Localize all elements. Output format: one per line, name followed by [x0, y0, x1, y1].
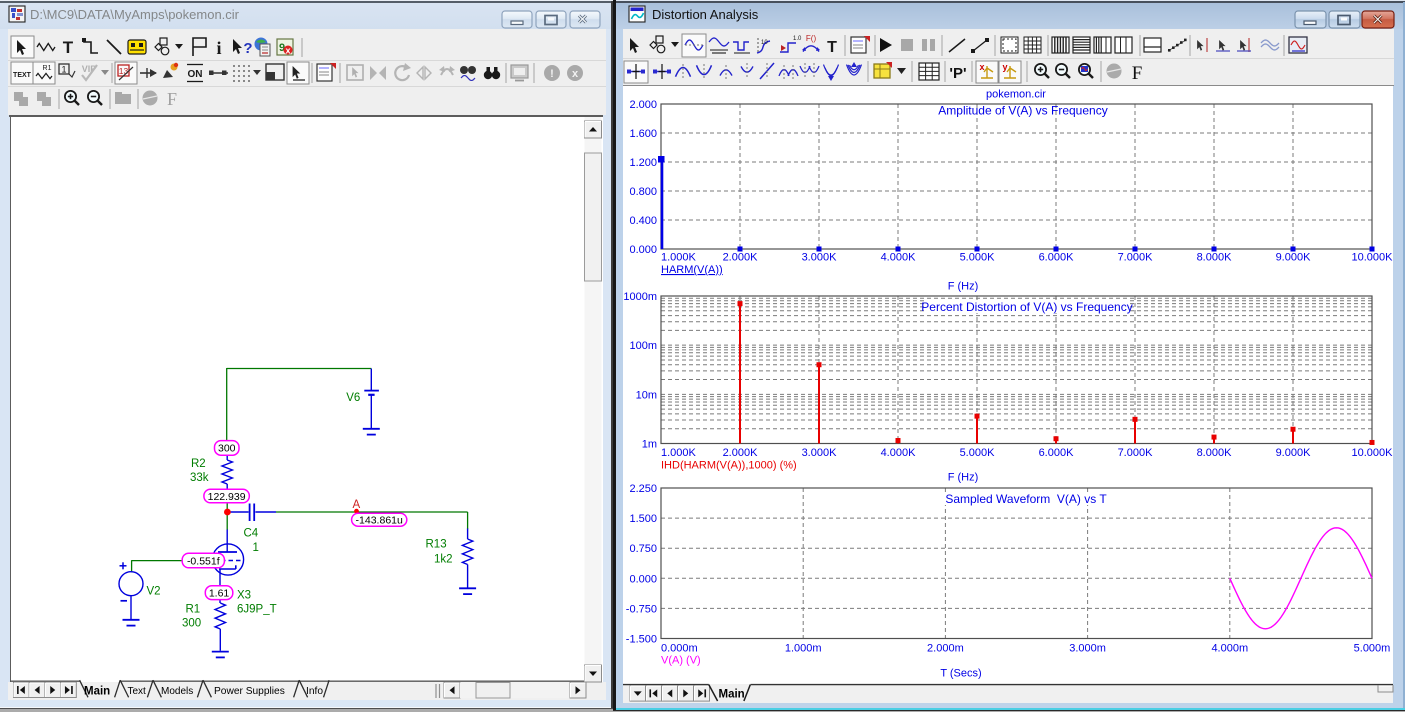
svg-text:!: !: [550, 68, 554, 80]
svg-text:HARM(V(A)): HARM(V(A)): [661, 264, 723, 276]
svg-text:R1: R1: [43, 65, 52, 72]
svg-text:4.000m: 4.000m: [1211, 643, 1248, 655]
svg-text:300: 300: [182, 617, 201, 629]
svg-text:0.800: 0.800: [629, 186, 657, 198]
svg-text:1k2: 1k2: [434, 554, 453, 566]
svg-text:1.600: 1.600: [629, 128, 657, 140]
svg-text:2.000m: 2.000m: [927, 643, 964, 655]
svg-text:T (Secs): T (Secs): [940, 668, 981, 680]
svg-text:C4: C4: [244, 528, 259, 540]
svg-text:5.000K: 5.000K: [960, 447, 996, 459]
svg-text:-143.861u: -143.861u: [356, 515, 403, 527]
svg-text:300: 300: [218, 443, 236, 455]
svg-text:T: T: [827, 39, 837, 56]
svg-text:i: i: [216, 38, 221, 58]
svg-text:Models: Models: [161, 686, 193, 697]
svg-text:6.000K: 6.000K: [1039, 447, 1075, 459]
svg-text:Main: Main: [84, 686, 110, 698]
svg-text:10: 10: [761, 40, 768, 46]
svg-text:100m: 100m: [629, 340, 657, 352]
svg-text:4.000K: 4.000K: [881, 447, 917, 459]
svg-text:Text: Text: [128, 686, 147, 697]
svg-text:x: x: [979, 62, 984, 72]
svg-text:2.000K: 2.000K: [723, 447, 759, 459]
svg-text:Main: Main: [719, 689, 745, 701]
svg-text:'P': 'P': [949, 65, 966, 82]
svg-text:9.000K: 9.000K: [1276, 252, 1312, 264]
svg-text:7.000K: 7.000K: [1118, 447, 1154, 459]
svg-text:10.000K: 10.000K: [1352, 252, 1394, 264]
svg-text:2.250: 2.250: [629, 483, 657, 495]
svg-text:0.400: 0.400: [629, 215, 657, 227]
svg-text:1: 1: [61, 65, 66, 75]
svg-text:1m: 1m: [642, 439, 657, 451]
svg-text:3.000m: 3.000m: [1069, 643, 1106, 655]
svg-text:122.939: 122.939: [208, 491, 246, 503]
svg-text:V6: V6: [346, 392, 360, 404]
svg-text:5.000m: 5.000m: [1354, 643, 1391, 655]
svg-text:1.200: 1.200: [629, 157, 657, 169]
svg-text:0.000m: 0.000m: [661, 643, 698, 655]
svg-text:10m: 10m: [636, 389, 657, 401]
svg-text:5.000K: 5.000K: [960, 252, 996, 264]
svg-text:9.000K: 9.000K: [1276, 447, 1312, 459]
svg-text:F (Hz): F (Hz): [948, 472, 979, 484]
svg-text:X3: X3: [237, 590, 251, 602]
svg-text:Amplitude of V(A) vs Frequency: Amplitude of V(A) vs Frequency: [938, 104, 1107, 118]
svg-text:x: x: [572, 68, 579, 80]
svg-text:2.000: 2.000: [629, 99, 657, 111]
svg-text:0.000: 0.000: [629, 573, 657, 585]
svg-text:2.000K: 2.000K: [723, 252, 759, 264]
svg-text:Power Supplies: Power Supplies: [214, 686, 285, 697]
svg-text:8.000K: 8.000K: [1197, 447, 1233, 459]
svg-text:1000m: 1000m: [623, 291, 657, 303]
svg-text:R13: R13: [426, 539, 447, 551]
svg-text:1.000m: 1.000m: [785, 643, 822, 655]
svg-text:3.000K: 3.000K: [802, 252, 838, 264]
svg-text:Sampled Waveform V(A) vs T: Sampled Waveform V(A) vs T: [945, 492, 1107, 506]
svg-text:V(A) (V): V(A) (V): [661, 655, 701, 667]
svg-text:10.000K: 10.000K: [1352, 447, 1394, 459]
svg-text:R2: R2: [191, 458, 206, 470]
svg-text:6.000K: 6.000K: [1039, 252, 1075, 264]
svg-text:F: F: [167, 89, 177, 109]
svg-text:F(): F(): [806, 34, 817, 43]
svg-text:1.500: 1.500: [629, 513, 657, 525]
svg-text:1: 1: [253, 542, 259, 554]
svg-text:Percent Distortion of V(A) vs: Percent Distortion of V(A) vs Frequency: [921, 300, 1132, 314]
svg-text:-0.551f: -0.551f: [187, 555, 220, 567]
svg-text:0.750: 0.750: [629, 543, 657, 555]
svg-text:Info: Info: [306, 686, 323, 697]
svg-text:IHD(HARM(V(A)),1000) (%): IHD(HARM(V(A)),1000) (%): [661, 460, 797, 472]
svg-text:1.000K: 1.000K: [661, 252, 697, 264]
svg-text:F (Hz): F (Hz): [948, 281, 979, 293]
svg-text:pokemon.cir: pokemon.cir: [986, 89, 1046, 101]
svg-text:6J9P_T: 6J9P_T: [237, 604, 277, 616]
svg-text:R1: R1: [186, 604, 201, 616]
svg-text:-1.500: -1.500: [626, 634, 657, 646]
svg-text:ON: ON: [188, 69, 203, 80]
svg-text:1.0: 1.0: [793, 36, 802, 42]
svg-text:8.000K: 8.000K: [1197, 252, 1233, 264]
svg-text:F: F: [1132, 63, 1143, 84]
svg-text:V2: V2: [147, 586, 161, 598]
svg-text:A: A: [353, 499, 361, 511]
svg-text:13: 13: [119, 66, 129, 76]
svg-text:TEXT: TEXT: [13, 72, 32, 79]
svg-text:7.000K: 7.000K: [1118, 252, 1154, 264]
svg-text:T: T: [63, 38, 74, 57]
svg-text:1.000K: 1.000K: [661, 447, 697, 459]
svg-text:0.000: 0.000: [629, 244, 657, 256]
svg-text:3.000K: 3.000K: [802, 447, 838, 459]
svg-text:33k: 33k: [190, 472, 209, 484]
svg-text:y: y: [1002, 62, 1007, 72]
svg-text:-0.750: -0.750: [626, 603, 657, 615]
svg-text:4.000K: 4.000K: [881, 252, 917, 264]
svg-text:x: x: [285, 45, 290, 55]
svg-text:?: ?: [243, 40, 252, 57]
svg-text:1.61: 1.61: [209, 588, 230, 600]
